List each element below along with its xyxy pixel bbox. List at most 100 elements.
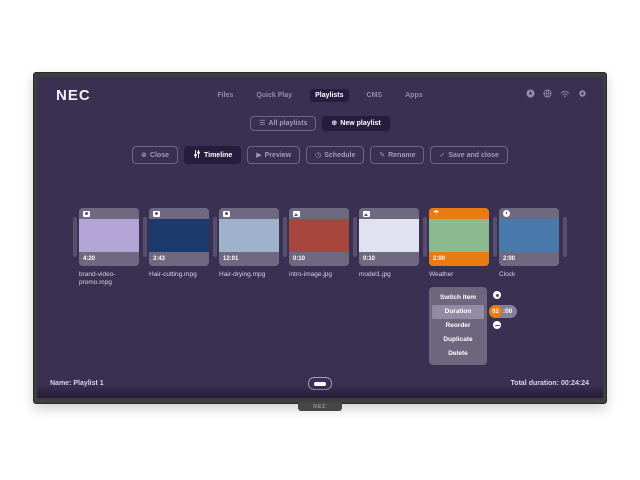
nav-apps[interactable]: Apps xyxy=(400,89,428,102)
schedule-button[interactable]: ◷ Schedule xyxy=(306,146,364,164)
all-playlists-button[interactable]: ☰ All playlists xyxy=(250,116,316,131)
timeline-item: 12:01 Hair-drying.mpg xyxy=(219,208,281,279)
media-card-selected[interactable]: ☂ 2:00 xyxy=(429,208,489,266)
duration-badge: 0:10 xyxy=(359,252,419,266)
globe-icon[interactable] xyxy=(543,89,552,98)
thumbnail xyxy=(79,219,139,252)
timeline-row: 4:20 brand-video-promo.mpg 3:43 Hair-cut… xyxy=(37,208,603,288)
playlist-actions-row: ☰ All playlists ⊕ New playlist xyxy=(37,116,603,131)
timeline-item: 4:20 brand-video-promo.mpg xyxy=(79,208,141,288)
nav-playlists[interactable]: Playlists xyxy=(310,89,348,102)
timeline-item: ☂ 2:00 Weather xyxy=(429,208,491,279)
drag-handle[interactable] xyxy=(283,217,287,257)
drag-handle[interactable] xyxy=(353,217,357,257)
media-card[interactable]: 4:20 xyxy=(79,208,139,266)
drag-handle[interactable] xyxy=(213,217,217,257)
drag-handle[interactable] xyxy=(143,217,147,257)
settings-gear-icon[interactable] xyxy=(578,89,587,98)
new-playlist-button[interactable]: ⊕ New playlist xyxy=(322,116,389,131)
plus-circle-icon: ⊕ xyxy=(331,120,337,127)
duration-badge: 12:01 xyxy=(219,252,279,266)
screen: NEC Files Quick Play Playlists CMS Apps xyxy=(37,77,603,398)
drag-handle[interactable] xyxy=(73,217,77,257)
bezel-nec-logo: NEC xyxy=(298,402,342,411)
media-name: Hair-drying.mpg xyxy=(219,271,285,279)
media-name: intro-image.jpg xyxy=(289,271,355,279)
thumbnail xyxy=(499,219,559,252)
screen-shade xyxy=(37,385,603,398)
video-icon xyxy=(153,211,160,217)
media-name: Clock xyxy=(499,271,565,279)
new-playlist-label: New playlist xyxy=(340,120,380,127)
duration-badge: 2:00 xyxy=(429,252,489,266)
duration-seconds[interactable]: :00 xyxy=(503,308,512,315)
media-name: brand-video-promo.mpg xyxy=(79,271,145,288)
preview-label: Preview xyxy=(265,152,291,159)
duration-value-field[interactable]: 02 :00 xyxy=(489,305,517,318)
media-name: Weather xyxy=(429,271,495,279)
save-and-close-button[interactable]: ✓ Save and close xyxy=(430,146,507,164)
switch-item-radio-icon[interactable] xyxy=(493,291,501,299)
menu-delete[interactable]: Delete xyxy=(432,347,484,361)
menu-reorder[interactable]: Reorder xyxy=(432,319,484,333)
thumbnail xyxy=(359,219,419,252)
nav-files[interactable]: Files xyxy=(212,89,238,102)
play-icon: ▶ xyxy=(256,152,261,159)
image-icon xyxy=(363,211,370,217)
thumbnail xyxy=(289,219,349,252)
drag-handle[interactable] xyxy=(423,217,427,257)
thumbnail xyxy=(219,219,279,252)
media-card[interactable]: 3:43 xyxy=(149,208,209,266)
video-icon xyxy=(83,211,90,217)
save-and-close-label: Save and close xyxy=(448,152,499,159)
main-nav: Files Quick Play Playlists CMS Apps xyxy=(37,89,603,102)
image-icon xyxy=(293,211,300,217)
status-icons xyxy=(526,89,587,98)
duration-badge: 2:00 xyxy=(499,252,559,266)
sliders-icon xyxy=(193,150,201,160)
all-playlists-label: All playlists xyxy=(269,120,308,127)
clock-icon: ◷ xyxy=(315,152,321,159)
toolbar: ⊗ Close Timeline ▶ Preview ◷ Schedule ✎ … xyxy=(37,146,603,164)
media-card[interactable]: 12:01 xyxy=(219,208,279,266)
nav-quick-play[interactable]: Quick Play xyxy=(251,89,297,102)
close-button[interactable]: ⊗ Close xyxy=(132,146,178,164)
timeline-item: 0:10 model1.jpg xyxy=(359,208,421,279)
media-card[interactable]: 2:00 xyxy=(499,208,559,266)
check-circle-icon: ✓ xyxy=(439,152,445,159)
menu-duplicate[interactable]: Duplicate xyxy=(432,333,484,347)
drag-handle[interactable] xyxy=(563,217,567,257)
thumbnail xyxy=(429,219,489,252)
nav-cms[interactable]: CMS xyxy=(362,89,388,102)
preview-button[interactable]: ▶ Preview xyxy=(247,146,300,164)
video-icon xyxy=(223,211,230,217)
media-name: model1.jpg xyxy=(359,271,425,279)
duration-minutes[interactable]: 02 xyxy=(489,305,502,318)
duration-badge: 3:43 xyxy=(149,252,209,266)
media-card[interactable]: 0:10 xyxy=(289,208,349,266)
wifi-icon[interactable] xyxy=(560,89,570,98)
media-name: Hair-cutting.mpg xyxy=(149,271,215,279)
timeline-item: 2:00 Clock xyxy=(499,208,561,279)
timeline-button[interactable]: Timeline xyxy=(184,146,241,164)
schedule-label: Schedule xyxy=(324,152,355,159)
list-icon: ☰ xyxy=(259,120,265,127)
download-icon[interactable] xyxy=(526,89,535,98)
media-card[interactable]: 0:10 xyxy=(359,208,419,266)
monitor-bezel: NEC Files Quick Play Playlists CMS Apps xyxy=(33,72,607,404)
duration-badge: 4:20 xyxy=(79,252,139,266)
timeline-label: Timeline xyxy=(204,152,232,159)
close-label: Close xyxy=(150,152,169,159)
menu-switch-item[interactable]: Switch item xyxy=(432,291,484,305)
pencil-icon: ✎ xyxy=(379,152,385,159)
rename-button[interactable]: ✎ Rename xyxy=(370,146,424,164)
item-context-menu: Switch item Duration Reorder Duplicate D… xyxy=(429,287,487,365)
menu-duration[interactable]: Duration xyxy=(432,305,484,319)
duration-badge: 0:10 xyxy=(289,252,349,266)
thumbnail xyxy=(149,219,209,252)
reorder-minus-icon[interactable] xyxy=(493,321,501,329)
timeline-item: 0:10 intro-image.jpg xyxy=(289,208,351,279)
rename-label: Rename xyxy=(388,152,415,159)
close-circle-icon: ⊗ xyxy=(141,152,147,159)
drag-handle[interactable] xyxy=(493,217,497,257)
